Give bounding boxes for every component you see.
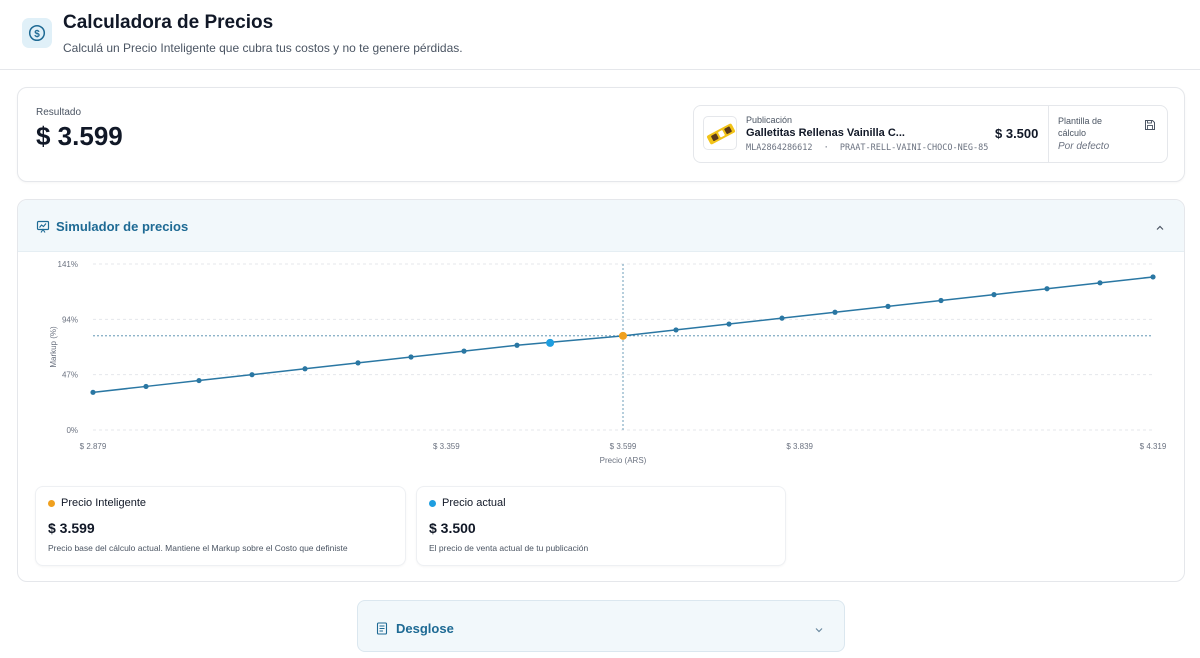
publication-price: $ 3.500 xyxy=(995,126,1039,141)
y-tick-label: 47% xyxy=(62,371,78,380)
page-header: $ Calculadora de Precios Calculá un Prec… xyxy=(0,0,1200,70)
publication-id: MLA2864286612 xyxy=(746,143,813,153)
publication-separator: · xyxy=(823,143,829,153)
current-price-value: $ 3.500 xyxy=(429,520,476,536)
x-tick-label: $ 3.599 xyxy=(610,442,637,451)
data-point xyxy=(832,309,838,315)
breakdown-section[interactable]: Desglose xyxy=(357,600,845,652)
chevron-down-icon[interactable] xyxy=(813,623,825,635)
y-tick-label: 94% xyxy=(62,315,78,324)
simulator-title: Simulador de precios xyxy=(56,219,189,234)
current-price-desc: El precio de venta actual de tu publicac… xyxy=(429,543,589,553)
smart-price-desc: Precio base del cálculo actual. Mantiene… xyxy=(48,543,348,553)
document-icon xyxy=(376,622,388,635)
smart-price-label: Precio Inteligente xyxy=(61,497,146,509)
data-point xyxy=(143,383,149,390)
result-value: $ 3.599 xyxy=(36,121,123,151)
data-point xyxy=(1097,280,1103,286)
data-point xyxy=(249,372,255,378)
breakdown-title: Desglose xyxy=(396,621,454,636)
x-tick-label: $ 3.839 xyxy=(786,442,813,451)
y-tick-label: 0% xyxy=(66,426,78,435)
data-point xyxy=(885,303,891,309)
smart-price-dot xyxy=(48,500,55,507)
data-point xyxy=(90,389,96,395)
y-axis-label: Markup (%) xyxy=(49,326,58,368)
simulator-header[interactable]: Simulador de precios xyxy=(18,200,1184,252)
data-point xyxy=(355,360,361,366)
data-point xyxy=(408,354,414,360)
data-point xyxy=(673,327,679,333)
price-simulator-card: Simulador de precios 0% 47% 94% 141% $ 2.879… xyxy=(17,199,1185,582)
y-tick-label: 141% xyxy=(58,260,78,269)
current-price-marker xyxy=(546,338,555,347)
template-value[interactable]: Por defecto xyxy=(1058,141,1109,152)
current-price-dot xyxy=(429,500,436,507)
publication-selector[interactable]: Publicación Galletitas Rellenas Vainilla… xyxy=(693,105,1168,163)
page-subtitle: Calculá un Precio Inteligente que cubra … xyxy=(63,41,463,55)
dollar-circle-icon: $ xyxy=(22,18,52,48)
smart-price-marker xyxy=(619,331,627,340)
data-point xyxy=(514,342,520,348)
publication-meta: MLA2864286612 · PRAAT-RELL-VAINI-CHOCO-N… xyxy=(746,143,988,153)
result-label: Resultado xyxy=(36,107,82,118)
current-price-card: Precio actual $ 3.500 El precio de venta… xyxy=(416,486,786,566)
publication-label: Publicación xyxy=(746,115,793,125)
chevron-up-icon[interactable] xyxy=(1154,221,1166,233)
markup-price-chart: 0% 47% 94% 141% $ 2.879 $ 3.359 $ 3.599 $ 3.839… xyxy=(49,260,1167,465)
current-price-label: Precio actual xyxy=(442,497,506,509)
x-axis-label: Precio (ARS) xyxy=(600,456,647,465)
x-tick-label: $ 3.359 xyxy=(433,442,460,451)
template-label: Plantilla de cálculo xyxy=(1058,116,1103,138)
data-point xyxy=(779,315,785,321)
save-icon[interactable] xyxy=(1144,118,1156,130)
data-point xyxy=(726,321,732,327)
page-title: Calculadora de Precios xyxy=(63,12,274,33)
data-point xyxy=(302,366,308,372)
product-thumbnail xyxy=(703,116,737,150)
smart-price-value: $ 3.599 xyxy=(48,520,95,536)
result-card: Resultado $ 3.599 Publicación Galletitas… xyxy=(17,87,1185,182)
x-tick-label: $ 4.319 xyxy=(1140,442,1167,451)
data-point xyxy=(991,292,997,298)
x-tick-label: $ 2.879 xyxy=(80,442,107,451)
publication-title: Galletitas Rellenas Vainilla C... xyxy=(746,127,905,139)
data-point xyxy=(938,297,944,304)
svg-text:$: $ xyxy=(34,29,40,40)
divider xyxy=(1048,106,1049,162)
data-point xyxy=(1150,274,1156,280)
data-point xyxy=(196,377,202,384)
data-point xyxy=(461,348,467,354)
data-point xyxy=(1044,286,1050,292)
presentation-chart-icon xyxy=(36,220,50,234)
publication-sku: PRAAT-RELL-VAINI-CHOCO-NEG-85 xyxy=(839,143,989,153)
smart-price-card: Precio Inteligente $ 3.599 Precio base d… xyxy=(35,486,406,566)
